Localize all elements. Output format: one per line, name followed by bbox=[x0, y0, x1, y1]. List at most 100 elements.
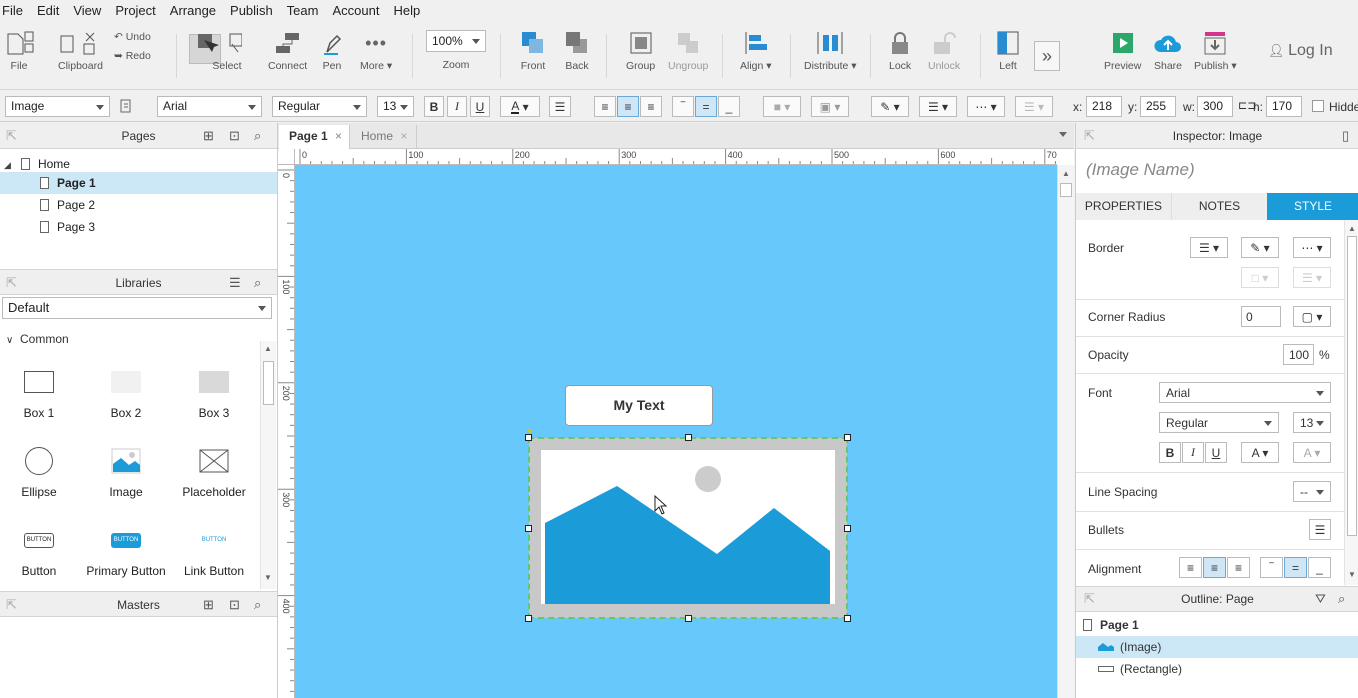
bold-icon[interactable]: B bbox=[424, 96, 444, 117]
design-canvas[interactable]: My Text ▼ bbox=[295, 165, 1057, 698]
widget-placeholder[interactable]: Placeholder bbox=[174, 445, 254, 499]
y-position-field[interactable]: 255 bbox=[1140, 96, 1176, 117]
opacity-field[interactable]: 100 bbox=[1283, 344, 1314, 365]
underline-icon[interactable]: U bbox=[1205, 442, 1227, 463]
more-button[interactable]: ••• More ▾ bbox=[360, 30, 392, 73]
menu-view[interactable]: View bbox=[66, 0, 108, 22]
redo-button[interactable]: ➥ Redo bbox=[114, 50, 151, 62]
group-button[interactable]: Group bbox=[626, 30, 655, 72]
underline-icon[interactable]: U bbox=[470, 96, 490, 117]
resize-handle[interactable] bbox=[685, 434, 692, 441]
close-icon[interactable]: × bbox=[335, 129, 342, 143]
tab-properties[interactable]: PROPERTIES bbox=[1076, 193, 1172, 220]
widget-ellipse[interactable]: Ellipse bbox=[0, 445, 79, 499]
menu-account[interactable]: Account bbox=[325, 0, 386, 22]
inspector-weight-select[interactable]: Regular bbox=[1159, 412, 1279, 433]
text-widget[interactable]: My Text bbox=[565, 385, 713, 426]
bullets-icon[interactable]: ☰ bbox=[549, 96, 571, 117]
widget-image[interactable]: Image bbox=[86, 445, 166, 499]
border-color-icon[interactable]: ✎ ▾ bbox=[1241, 237, 1279, 258]
fill-color-icon[interactable]: ■ ▾ bbox=[763, 96, 801, 117]
width-field[interactable]: 300 bbox=[1197, 96, 1233, 117]
hidden-checkbox[interactable] bbox=[1312, 100, 1324, 112]
font-color-icon[interactable]: A ▾ bbox=[1241, 442, 1279, 463]
widget-box-3[interactable]: Box 3 bbox=[174, 366, 254, 420]
tab-notes[interactable]: NOTES bbox=[1172, 193, 1267, 220]
line-pattern-icon[interactable]: ⋯ ▾ bbox=[967, 96, 1005, 117]
align-button[interactable]: Align ▾ bbox=[740, 30, 772, 72]
font-family-select[interactable]: Arial bbox=[157, 96, 262, 117]
canvas-vertical-scrollbar[interactable]: ▲ bbox=[1057, 165, 1074, 698]
collapse-icon[interactable]: ⇱ bbox=[1084, 587, 1095, 611]
expand-icon[interactable]: ◢ bbox=[4, 160, 11, 170]
tree-item-page-2[interactable]: Page 2 bbox=[40, 195, 95, 215]
align-center-text-icon[interactable]: ≡ bbox=[1203, 557, 1226, 578]
line-spacing-select[interactable]: -- bbox=[1293, 481, 1331, 502]
add-folder-icon[interactable]: ⊡ bbox=[229, 592, 240, 618]
tabs-dropdown-icon[interactable] bbox=[1059, 132, 1067, 137]
menu-help[interactable]: Help bbox=[386, 0, 427, 22]
send-back-button[interactable]: Back bbox=[564, 30, 590, 72]
border-visibility-icon[interactable]: □ ▾ bbox=[1241, 267, 1279, 288]
preview-button[interactable]: Preview bbox=[1104, 30, 1141, 72]
tab-page-1[interactable]: Page 1 × bbox=[279, 125, 350, 149]
bullets-icon[interactable]: ☰ bbox=[1309, 519, 1331, 540]
italic-icon[interactable]: I bbox=[447, 96, 467, 117]
filter-icon[interactable]: ⛛ bbox=[1315, 587, 1326, 611]
login-button[interactable]: 👤︎ Log In bbox=[1268, 42, 1333, 60]
menu-project[interactable]: Project bbox=[108, 0, 162, 22]
publish-button[interactable]: Publish ▾ bbox=[1194, 30, 1237, 72]
align-center-text-icon[interactable]: ≡ bbox=[617, 96, 639, 117]
add-master-icon[interactable]: ⊞ bbox=[203, 592, 214, 618]
unlock-button[interactable]: Unlock bbox=[928, 30, 960, 72]
arrow-style-icon[interactable]: ☰ ▾ bbox=[1293, 267, 1331, 288]
valign-top-icon[interactable]: ‾ bbox=[672, 96, 694, 117]
distribute-button[interactable]: Distribute ▾ bbox=[804, 30, 857, 72]
search-icon[interactable]: ⌕ bbox=[1338, 587, 1345, 611]
scroll-thumb[interactable] bbox=[1060, 183, 1072, 197]
library-group-common[interactable]: ∨ Common bbox=[6, 332, 69, 346]
menu-icon[interactable]: ☰ bbox=[229, 270, 241, 296]
inspector-size-select[interactable]: 13 bbox=[1293, 412, 1331, 433]
ungroup-button[interactable]: Ungroup bbox=[668, 30, 708, 72]
add-folder-icon[interactable]: ⊡ bbox=[229, 123, 240, 149]
outline-item-rectangle[interactable]: (Rectangle) bbox=[1098, 659, 1182, 679]
widget-button[interactable]: BUTTON Button bbox=[0, 524, 79, 578]
x-position-field[interactable]: 218 bbox=[1086, 96, 1122, 117]
search-icon[interactable]: ⌕ bbox=[254, 270, 261, 296]
file-button[interactable]: File bbox=[4, 30, 34, 72]
lock-button[interactable]: Lock bbox=[889, 30, 911, 72]
widget-box-2[interactable]: Box 2 bbox=[86, 366, 166, 420]
clipboard-button[interactable]: Clipboard bbox=[58, 30, 103, 72]
widget-name-field[interactable]: (Image Name) bbox=[1086, 160, 1195, 180]
resize-handle[interactable] bbox=[525, 615, 532, 622]
valign-bottom-icon[interactable]: _ bbox=[1308, 557, 1331, 578]
tab-style[interactable]: STYLE bbox=[1267, 193, 1358, 220]
widget-link-button[interactable]: BUTTON Link Button bbox=[174, 524, 254, 579]
font-color-button[interactable]: A ▾ bbox=[500, 96, 540, 117]
valign-bottom-icon[interactable]: _ bbox=[718, 96, 740, 117]
height-field[interactable]: 170 bbox=[1266, 96, 1302, 117]
library-scrollbar[interactable]: ▲ ▼ bbox=[260, 341, 276, 589]
add-page-icon[interactable]: ⊞ bbox=[203, 123, 214, 149]
collapse-icon[interactable]: ⇱ bbox=[1084, 123, 1095, 149]
menu-edit[interactable]: Edit bbox=[30, 0, 66, 22]
close-icon[interactable]: × bbox=[400, 129, 407, 143]
menu-team[interactable]: Team bbox=[280, 0, 326, 22]
collapse-icon[interactable]: ⇱ bbox=[6, 592, 17, 618]
menu-file[interactable]: File bbox=[0, 0, 30, 22]
corner-radius-field[interactable]: 0 bbox=[1241, 306, 1281, 327]
align-left-text-icon[interactable]: ≡ bbox=[594, 96, 616, 117]
scroll-thumb[interactable] bbox=[1347, 236, 1357, 536]
widget-primary-button[interactable]: BUTTON Primary Button bbox=[86, 524, 166, 578]
notes-page-icon[interactable]: ▯ bbox=[1342, 123, 1349, 149]
menu-arrange[interactable]: Arrange bbox=[163, 0, 223, 22]
tab-home[interactable]: Home × bbox=[351, 125, 417, 149]
style-icon[interactable] bbox=[120, 99, 134, 113]
rotate-handle-icon[interactable]: ▼ bbox=[526, 427, 534, 436]
library-select[interactable]: Default bbox=[2, 297, 272, 319]
resize-handle[interactable] bbox=[844, 434, 851, 441]
overflow-chevron-icon[interactable]: » bbox=[1034, 41, 1060, 71]
resize-handle[interactable] bbox=[844, 615, 851, 622]
resize-handle[interactable] bbox=[525, 525, 532, 532]
